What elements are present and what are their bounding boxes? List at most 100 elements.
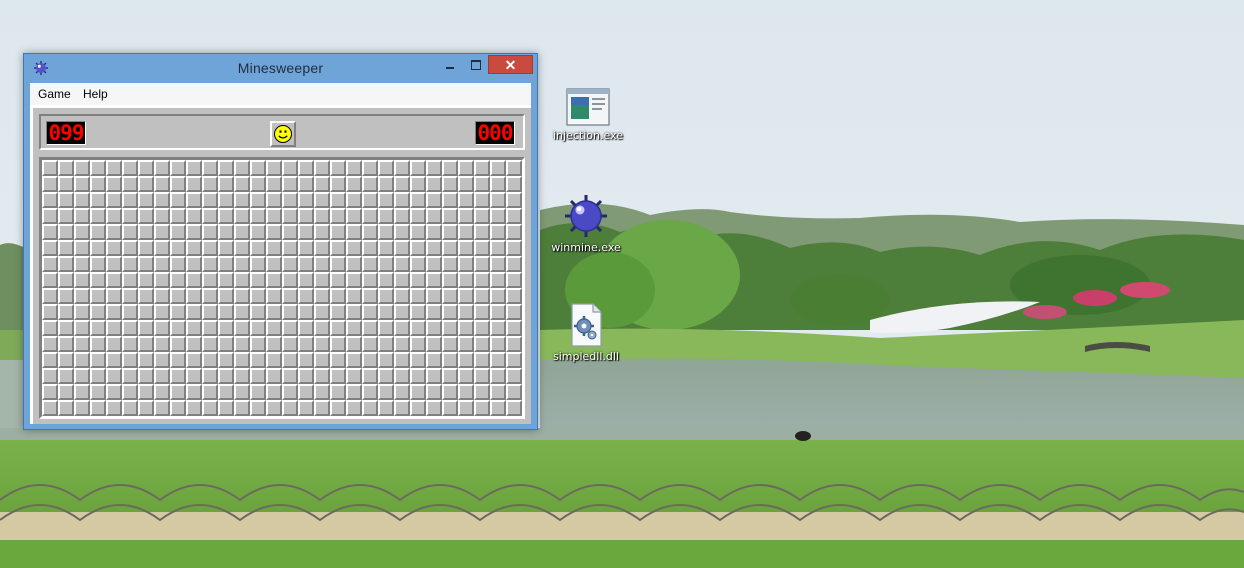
minefield-cell[interactable] (442, 288, 458, 304)
minefield-cell[interactable] (298, 272, 314, 288)
minefield-cell[interactable] (234, 208, 250, 224)
minefield-cell[interactable] (426, 272, 442, 288)
minefield-cell[interactable] (506, 336, 522, 352)
minefield-cell[interactable] (58, 304, 74, 320)
minefield-cell[interactable] (506, 304, 522, 320)
minefield-cell[interactable] (458, 384, 474, 400)
minefield-cell[interactable] (170, 176, 186, 192)
new-game-face-button[interactable] (270, 121, 296, 147)
minefield-cell[interactable] (282, 336, 298, 352)
minefield-cell[interactable] (330, 272, 346, 288)
minefield-cell[interactable] (122, 368, 138, 384)
minefield-cell[interactable] (170, 400, 186, 416)
minefield-cell[interactable] (298, 368, 314, 384)
minefield-cell[interactable] (458, 176, 474, 192)
minefield-cell[interactable] (154, 224, 170, 240)
minefield-cell[interactable] (74, 272, 90, 288)
minefield-cell[interactable] (234, 224, 250, 240)
minefield-cell[interactable] (106, 240, 122, 256)
minefield-cell[interactable] (122, 288, 138, 304)
minefield-cell[interactable] (394, 192, 410, 208)
minefield-cell[interactable] (506, 176, 522, 192)
minefield-cell[interactable] (282, 208, 298, 224)
minefield-cell[interactable] (410, 176, 426, 192)
minefield-cell[interactable] (122, 400, 138, 416)
minefield-cell[interactable] (442, 400, 458, 416)
minefield-cell[interactable] (154, 192, 170, 208)
minefield-cell[interactable] (154, 208, 170, 224)
minefield-cell[interactable] (314, 400, 330, 416)
minefield-cell[interactable] (170, 352, 186, 368)
minefield-cell[interactable] (506, 272, 522, 288)
minefield-cell[interactable] (106, 320, 122, 336)
minefield-cell[interactable] (202, 400, 218, 416)
menu-game[interactable]: Game (38, 87, 71, 101)
minefield-cell[interactable] (74, 256, 90, 272)
minefield-cell[interactable] (250, 400, 266, 416)
minefield-cell[interactable] (410, 336, 426, 352)
minefield-cell[interactable] (314, 288, 330, 304)
minefield-cell[interactable] (202, 384, 218, 400)
minefield-cell[interactable] (426, 192, 442, 208)
minefield-cell[interactable] (138, 368, 154, 384)
minefield-cell[interactable] (442, 272, 458, 288)
minefield-cell[interactable] (378, 336, 394, 352)
minefield-cell[interactable] (378, 208, 394, 224)
minefield-cell[interactable] (298, 352, 314, 368)
minefield-cell[interactable] (298, 224, 314, 240)
minefield-cell[interactable] (490, 400, 506, 416)
minefield-cell[interactable] (330, 368, 346, 384)
minefield-cell[interactable] (202, 192, 218, 208)
minefield-cell[interactable] (474, 336, 490, 352)
minefield-cell[interactable] (330, 352, 346, 368)
minefield-cell[interactable] (106, 192, 122, 208)
minefield-cell[interactable] (186, 208, 202, 224)
minefield-cell[interactable] (74, 384, 90, 400)
minefield-cell[interactable] (346, 336, 362, 352)
minefield-cell[interactable] (74, 160, 90, 176)
minefield-cell[interactable] (106, 384, 122, 400)
minefield-cell[interactable] (58, 368, 74, 384)
minefield-cell[interactable] (202, 256, 218, 272)
minefield-cell[interactable] (138, 224, 154, 240)
minimize-button[interactable] (437, 55, 463, 74)
minefield-cell[interactable] (362, 400, 378, 416)
minefield-cell[interactable] (330, 288, 346, 304)
minefield-cell[interactable] (202, 224, 218, 240)
minefield-cell[interactable] (474, 304, 490, 320)
minefield-cell[interactable] (138, 352, 154, 368)
minefield-cell[interactable] (442, 240, 458, 256)
minefield-cell[interactable] (122, 384, 138, 400)
minefield-cell[interactable] (42, 400, 58, 416)
minefield-cell[interactable] (458, 256, 474, 272)
minefield-cell[interactable] (58, 272, 74, 288)
minefield-cell[interactable] (250, 336, 266, 352)
minefield-cell[interactable] (58, 160, 74, 176)
minefield-cell[interactable] (250, 272, 266, 288)
minefield-cell[interactable] (170, 368, 186, 384)
minefield-cell[interactable] (90, 256, 106, 272)
minefield-cell[interactable] (282, 272, 298, 288)
minefield-cell[interactable] (42, 288, 58, 304)
minefield-cell[interactable] (234, 384, 250, 400)
minefield-cell[interactable] (186, 368, 202, 384)
minefield-cell[interactable] (442, 320, 458, 336)
minefield-cell[interactable] (154, 320, 170, 336)
minefield-cell[interactable] (90, 304, 106, 320)
minefield-cell[interactable] (170, 256, 186, 272)
minefield-cell[interactable] (362, 272, 378, 288)
minefield-cell[interactable] (138, 304, 154, 320)
minefield-cell[interactable] (154, 352, 170, 368)
minefield-cell[interactable] (362, 256, 378, 272)
minefield-cell[interactable] (330, 160, 346, 176)
minefield-cell[interactable] (186, 336, 202, 352)
minefield-cell[interactable] (474, 288, 490, 304)
minefield-cell[interactable] (346, 384, 362, 400)
minefield-cell[interactable] (106, 224, 122, 240)
minefield-cell[interactable] (266, 368, 282, 384)
minefield-cell[interactable] (202, 288, 218, 304)
minefield-cell[interactable] (58, 176, 74, 192)
minefield-cell[interactable] (170, 224, 186, 240)
minefield-cell[interactable] (202, 336, 218, 352)
minefield-cell[interactable] (90, 176, 106, 192)
